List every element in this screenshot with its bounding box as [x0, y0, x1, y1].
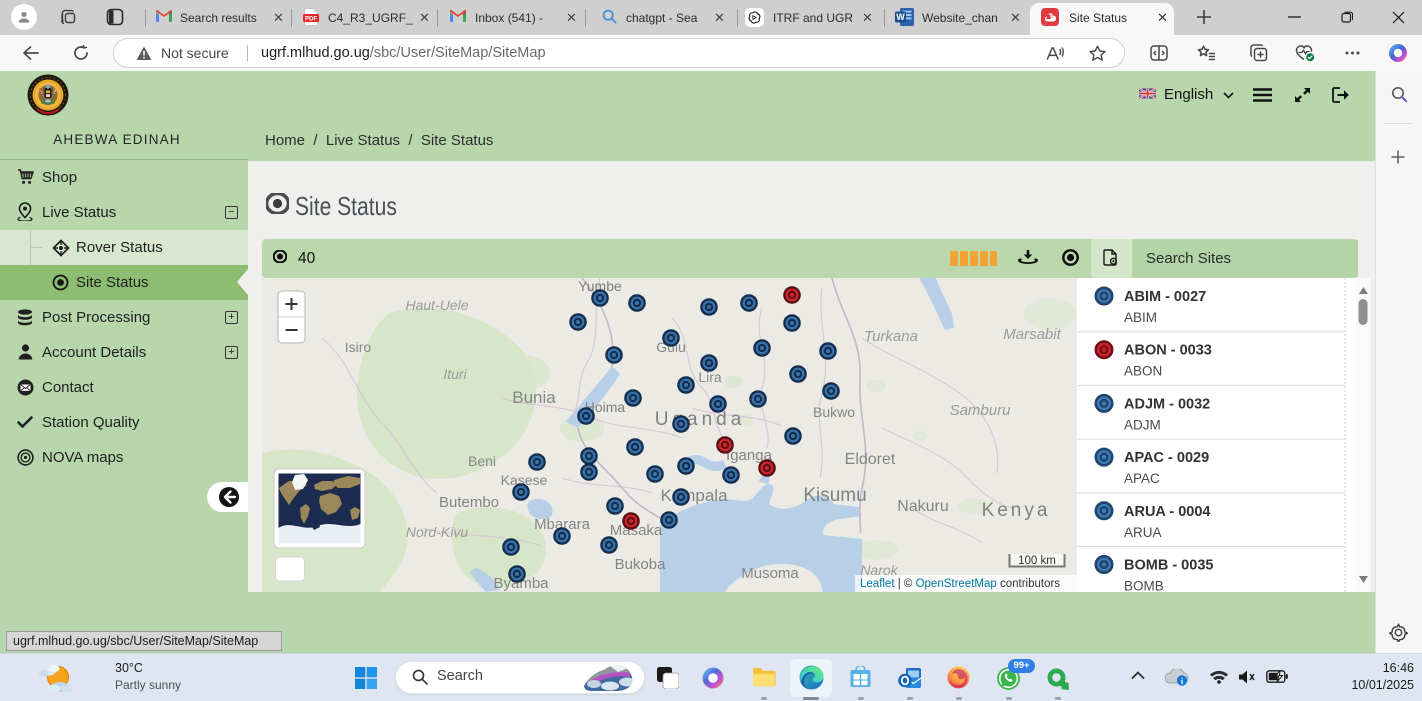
svg-text:APAC - 0029: APAC - 0029: [1124, 450, 1209, 466]
svg-text:Nord-Kivu: Nord-Kivu: [406, 524, 468, 540]
svg-text:ABON - 0033: ABON - 0033: [1124, 343, 1212, 359]
svg-text:W: W: [896, 12, 905, 22]
svg-text:Kisumu: Kisumu: [803, 485, 866, 506]
svg-text:Bunia: Bunia: [512, 388, 556, 407]
svg-text:Kenya: Kenya: [982, 500, 1051, 521]
svg-text:ARUA: ARUA: [1124, 525, 1162, 540]
svg-text:ABON: ABON: [1124, 364, 1162, 379]
svg-text:ABIM: ABIM: [1124, 310, 1157, 325]
svg-text:Ituri: Ituri: [443, 366, 467, 382]
svg-text:Beni: Beni: [468, 453, 496, 469]
svg-text:PDF: PDF: [305, 16, 317, 22]
svg-text:BOMB: BOMB: [1124, 579, 1164, 593]
svg-text:Bukoba: Bukoba: [615, 556, 667, 573]
svg-text:BOMB - 0035: BOMB - 0035: [1124, 558, 1213, 574]
svg-text:ARUA - 0004: ARUA - 0004: [1124, 504, 1211, 520]
svg-text:Kampala: Kampala: [660, 486, 728, 505]
svg-text:Butembo: Butembo: [439, 494, 499, 511]
svg-text:Haut-Uele: Haut-Uele: [405, 297, 468, 313]
svg-text:Turkana: Turkana: [864, 328, 918, 345]
svg-text:ADJM: ADJM: [1124, 417, 1161, 432]
svg-text:ADJM - 0032: ADJM - 0032: [1124, 396, 1210, 412]
svg-text:Bukwo: Bukwo: [813, 404, 855, 420]
svg-text:Nakuru: Nakuru: [897, 498, 949, 515]
svg-text:Eldoret: Eldoret: [845, 451, 896, 468]
svg-text:Samburu: Samburu: [950, 402, 1012, 419]
svg-text:Marsabit: Marsabit: [1003, 326, 1061, 343]
svg-text:100 km: 100 km: [1018, 555, 1056, 567]
svg-text:Musoma: Musoma: [741, 565, 799, 582]
svg-text:Leaflet | © OpenStreetMap cont: Leaflet | © OpenStreetMap contributors: [860, 578, 1060, 590]
svg-text:Isiro: Isiro: [345, 339, 372, 355]
svg-text:APAC: APAC: [1124, 471, 1160, 486]
svg-text:ABIM - 0027: ABIM - 0027: [1124, 289, 1206, 305]
svg-text:Uganda: Uganda: [655, 409, 746, 430]
